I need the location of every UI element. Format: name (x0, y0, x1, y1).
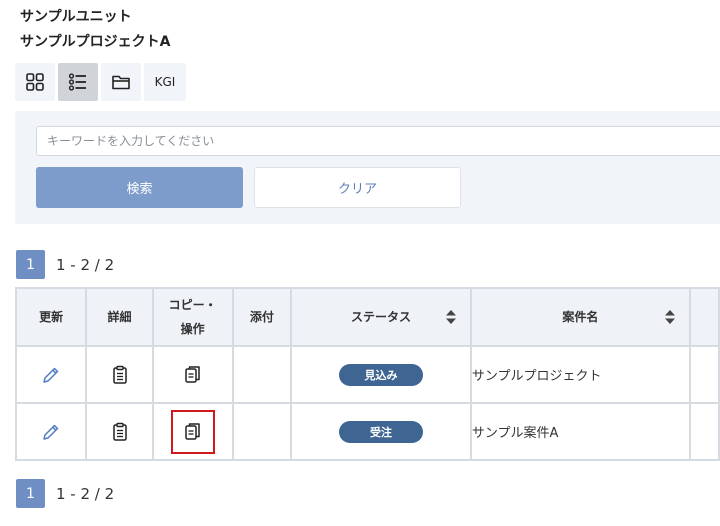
folder-view-button[interactable] (101, 63, 141, 101)
header-extra (688, 287, 720, 347)
folder-icon (112, 75, 130, 90)
pagination-bottom: 1 1 - 2 / 2 (16, 479, 114, 508)
keyword-search-input[interactable] (36, 126, 720, 156)
sort-icon[interactable] (445, 310, 456, 324)
pencil-icon[interactable] (41, 365, 61, 385)
breadcrumb-unit: サンプルユニット (20, 9, 132, 25)
page-number-button[interactable]: 1 (16, 479, 45, 508)
pagination-top: 1 1 - 2 / 2 (16, 250, 114, 279)
copy-cell (151, 345, 234, 404)
grid-view-button[interactable] (15, 63, 55, 101)
search-panel: 検索 クリア (15, 111, 720, 224)
table-row: 受注 サンプル案件A (14, 402, 720, 461)
list-view-button[interactable] (58, 63, 98, 101)
page-number-button[interactable]: 1 (16, 250, 45, 279)
breadcrumb-project: サンプルプロジェクトA (20, 34, 171, 50)
grid-view-icon (26, 73, 44, 91)
header-case-name[interactable]: 案件名 (469, 287, 691, 347)
copy-button-highlight[interactable] (170, 409, 215, 454)
header-copy: コピー・ 操作 (151, 287, 234, 347)
extra-cell (688, 402, 720, 461)
status-badge: 見込み (338, 363, 423, 386)
kgi-view-button[interactable]: KGI (144, 63, 186, 101)
case-name-cell[interactable]: サンプル案件A (469, 402, 691, 461)
search-button[interactable]: 検索 (36, 167, 243, 208)
clipboard-icon[interactable] (111, 422, 129, 442)
page-range-text: 1 - 2 / 2 (56, 484, 115, 503)
extra-cell (688, 345, 720, 404)
attachment-cell (231, 402, 293, 461)
status-cell: 受注 (290, 402, 472, 461)
header-detail: 詳細 (85, 287, 154, 347)
edit-cell (14, 345, 88, 404)
header-update: 更新 (14, 287, 88, 347)
table-header-row: 更新 詳細 コピー・ 操作 添付 ステータス 案件名 (14, 287, 720, 347)
list-view-icon (68, 73, 86, 91)
view-toggle-bar: KGI (15, 63, 186, 101)
clipboard-icon[interactable] (111, 365, 129, 385)
header-attachment: 添付 (231, 287, 293, 347)
case-name-cell[interactable]: サンプルプロジェクト (469, 345, 691, 404)
page-range-text: 1 - 2 / 2 (56, 255, 115, 274)
edit-cell (14, 402, 88, 461)
clear-button[interactable]: クリア (254, 167, 461, 208)
pencil-icon[interactable] (41, 422, 61, 442)
header-copy-line1: コピー・ (168, 298, 217, 312)
copy-icon[interactable] (184, 422, 202, 442)
attachment-cell (231, 345, 293, 404)
case-table: 更新 詳細 コピー・ 操作 添付 ステータス 案件名 見込み サンプルプロジェク… (14, 287, 720, 461)
table-row: 見込み サンプルプロジェクト (14, 345, 720, 404)
status-cell: 見込み (290, 345, 472, 404)
copy-cell (151, 402, 234, 461)
sort-icon[interactable] (664, 310, 675, 324)
status-badge: 受注 (338, 420, 423, 443)
detail-cell (85, 345, 154, 404)
header-status[interactable]: ステータス (290, 287, 472, 347)
detail-cell (85, 402, 154, 461)
header-copy-line2: 操作 (180, 322, 205, 336)
copy-icon[interactable] (184, 365, 202, 385)
